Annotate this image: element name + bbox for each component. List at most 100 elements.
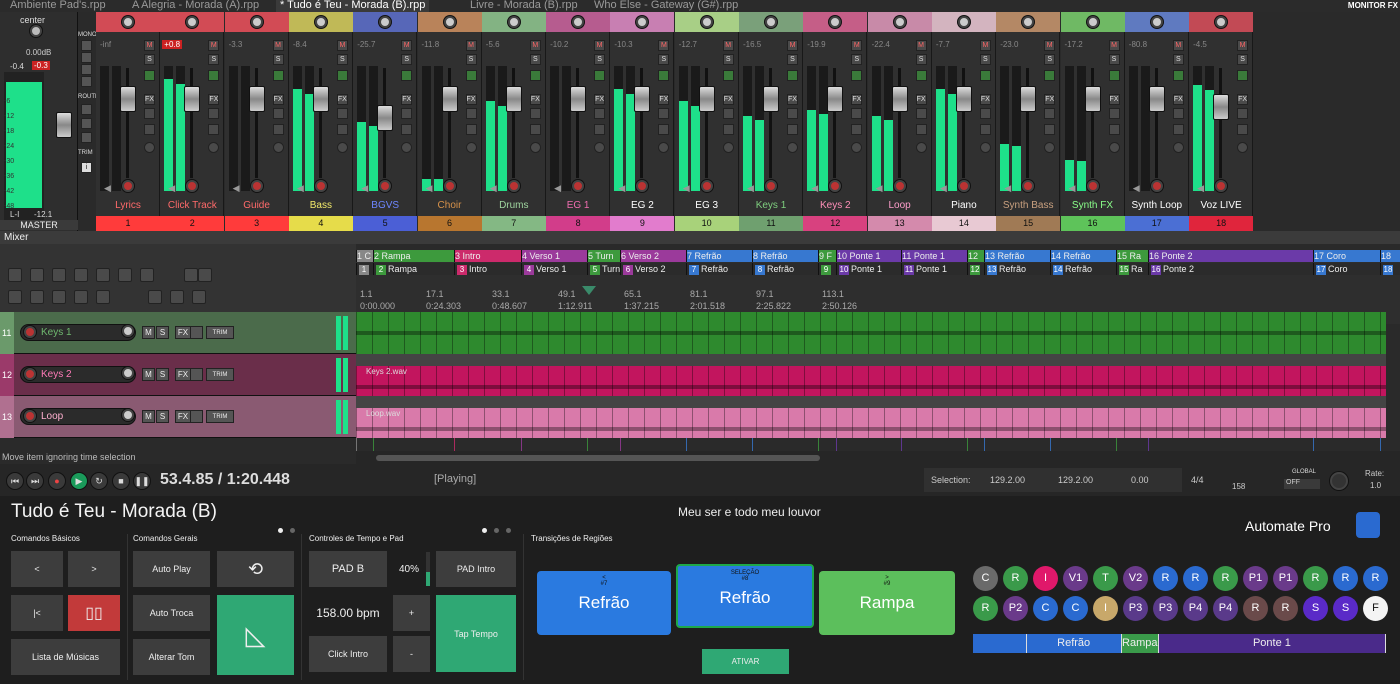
record-arm-button[interactable] [572, 180, 585, 192]
phase-button[interactable] [722, 142, 734, 153]
auto-play-button[interactable]: Auto Play [133, 551, 210, 587]
phase-button[interactable] [915, 142, 927, 153]
fx-button[interactable]: FX [529, 94, 541, 105]
region-shortcut-button[interactable]: C [1033, 596, 1058, 621]
volume-fader[interactable] [570, 85, 587, 112]
play-button[interactable]: ▶ [70, 472, 88, 490]
track-record-arm[interactable] [24, 368, 36, 380]
volume-fader[interactable] [827, 85, 844, 112]
mute-button[interactable]: M [144, 40, 155, 51]
routing-button[interactable] [594, 124, 606, 135]
pan-knob[interactable] [700, 16, 713, 28]
song-progress-segment[interactable] [973, 634, 1027, 653]
volume-fader[interactable] [763, 85, 779, 112]
marker[interactable]: 17 Coro [1313, 263, 1380, 275]
marker[interactable]: 8 Refrão [752, 263, 818, 275]
volume-fader[interactable] [1020, 85, 1037, 112]
region-shortcut-button[interactable]: R [1153, 566, 1178, 591]
phase-button[interactable] [1044, 142, 1056, 153]
pad-intro-button[interactable]: PAD Intro [436, 551, 516, 587]
region-shortcut-button[interactable]: P4 [1213, 596, 1238, 621]
region-shortcut-button[interactable]: P1 [1243, 566, 1268, 591]
region-shortcut-button[interactable]: R [1213, 566, 1238, 591]
track-name[interactable]: Keys 2 [20, 366, 136, 383]
routing-button[interactable] [144, 124, 155, 135]
io-button[interactable] [465, 108, 477, 119]
marker[interactable]: 3 Intro [454, 263, 521, 275]
mute-button[interactable]: M [787, 40, 798, 51]
go-end-button[interactable]: ⏭ [26, 472, 44, 490]
mute-button[interactable]: M [208, 40, 220, 51]
activate-button[interactable]: ATIVAR [702, 649, 789, 674]
track-name[interactable]: Keys 1 [20, 324, 136, 341]
region-bar[interactable]: 9 F [818, 250, 836, 262]
marker[interactable]: 5 Turn [587, 263, 620, 275]
record-arm-button[interactable] [1215, 180, 1228, 192]
solo-button[interactable]: S [594, 54, 606, 65]
routing-button[interactable] [208, 124, 220, 135]
fx-button[interactable]: FX [208, 94, 220, 105]
track-fx[interactable]: FX [175, 326, 191, 339]
volume-fader[interactable] [1148, 85, 1165, 112]
song-progress-segment[interactable]: Refrão [1026, 634, 1122, 653]
routing-button[interactable] [722, 124, 734, 135]
mute-button[interactable]: M [529, 40, 541, 51]
fx-button[interactable]: FX [851, 94, 863, 105]
info-icon[interactable]: i [81, 162, 92, 173]
track-record-arm[interactable] [24, 410, 36, 422]
region-bar[interactable]: 12 [967, 250, 984, 262]
record-arm-toggle[interactable] [979, 70, 991, 81]
render-icon[interactable] [170, 290, 184, 304]
record-button[interactable]: ● [48, 472, 66, 490]
song-progress-segment[interactable]: Rampa [1121, 634, 1159, 653]
routing-button[interactable] [915, 124, 927, 135]
solo-button[interactable]: S [401, 54, 413, 65]
record-arm-toggle[interactable] [401, 70, 413, 81]
record-arm-toggle[interactable] [144, 70, 155, 81]
marker[interactable]: 1 [356, 263, 373, 275]
volume-fader[interactable] [1213, 93, 1230, 120]
change-key-button[interactable]: Alterar Tom [133, 639, 210, 675]
media-item[interactable]: Loop.wav [356, 396, 1386, 438]
region-shortcut-button[interactable]: S [1333, 596, 1358, 621]
phase-button[interactable] [208, 142, 220, 153]
master-fx-button[interactable] [81, 104, 92, 115]
phase-button[interactable] [1172, 142, 1184, 153]
phase-button[interactable] [336, 142, 348, 153]
grid-icon[interactable] [198, 268, 212, 282]
record-arm-toggle[interactable] [1108, 70, 1120, 81]
automation-mode-dropdown[interactable]: OFF [1284, 479, 1320, 489]
region-shortcut-button[interactable]: S [1303, 596, 1328, 621]
routing-button[interactable] [465, 124, 477, 135]
pan-knob[interactable] [765, 16, 777, 28]
record-arm-button[interactable] [1022, 180, 1035, 192]
tempo-readout[interactable]: 158 [1232, 482, 1245, 491]
region-bar[interactable]: 13 Refrão [984, 250, 1050, 262]
time-signature[interactable]: 4/4 [1191, 475, 1204, 485]
region-bar[interactable]: 17 Coro [1313, 250, 1380, 262]
master-side-button[interactable] [81, 76, 92, 87]
record-arm-toggle[interactable] [594, 70, 606, 81]
record-arm-toggle[interactable] [1044, 70, 1056, 81]
track-mute[interactable]: M [142, 326, 155, 339]
envelope-icon[interactable] [30, 290, 44, 304]
tap-tempo-button[interactable]: Tap Tempo [436, 595, 516, 672]
redo-icon[interactable] [118, 268, 132, 282]
pan-knob[interactable] [507, 16, 520, 28]
record-arm-toggle[interactable] [529, 70, 541, 81]
record-arm-button[interactable] [893, 180, 906, 192]
fx-button[interactable]: FX [1237, 94, 1249, 105]
master-fx-button[interactable] [81, 132, 92, 143]
volume-fader[interactable] [955, 85, 972, 112]
media-item[interactable]: Keys 2.wav [356, 354, 1386, 396]
routing-button[interactable] [336, 124, 348, 135]
fade-icon[interactable]: ◺ [217, 595, 294, 675]
track-name[interactable]: Loop [20, 408, 136, 425]
pause-toggle-icon[interactable]: ▯▯ [68, 595, 120, 631]
project-tab[interactable]: A Alegria - Morada (A).rpp [128, 0, 263, 12]
volume-fader[interactable] [1084, 85, 1101, 112]
region-bar[interactable]: 8 Refrão [752, 250, 818, 262]
mute-button[interactable]: M [465, 40, 477, 51]
region-bar[interactable]: 11 Ponte 1 [901, 250, 967, 262]
pan-knob[interactable] [250, 16, 263, 28]
